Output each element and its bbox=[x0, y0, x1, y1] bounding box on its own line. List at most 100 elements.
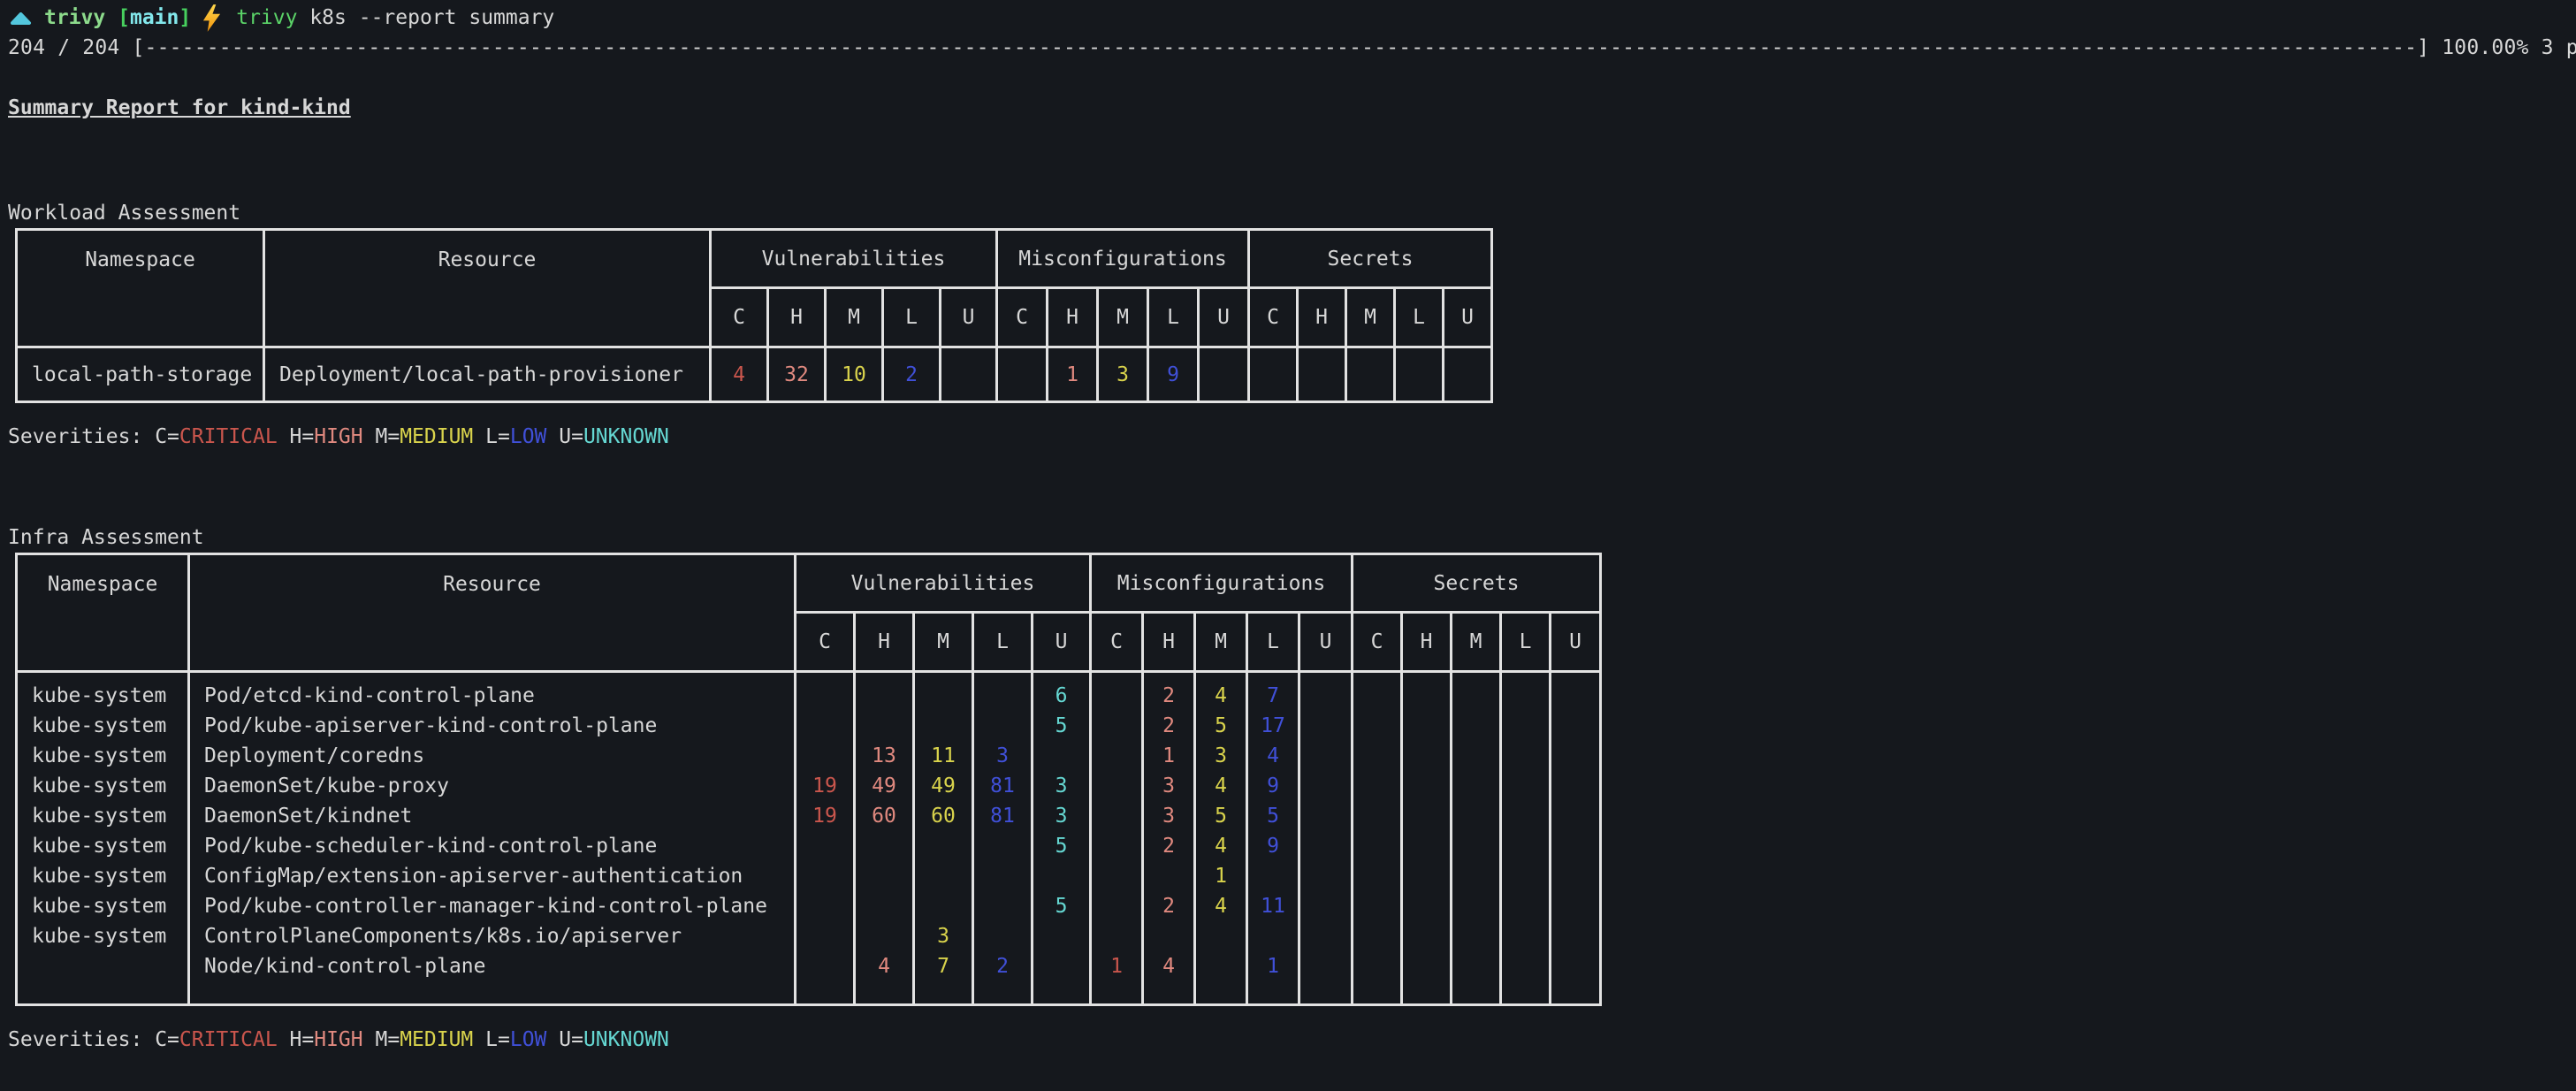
cell-namespace: kube-system bbox=[17, 741, 189, 771]
cell-vuln-c-count bbox=[796, 741, 855, 771]
severity-column-header-l: L bbox=[973, 613, 1033, 672]
severity-column-header-u: U bbox=[1444, 288, 1492, 347]
cell-misc-c-count bbox=[997, 347, 1048, 402]
branch-bracket-open: [ bbox=[118, 3, 130, 33]
cell-secrets-c-count bbox=[1353, 771, 1402, 801]
cell-resource: Pod/kube-controller-manager-kind-control… bbox=[189, 891, 796, 921]
cell-vuln-c-count: 19 bbox=[796, 801, 855, 831]
cell-vuln-u-count: 5 bbox=[1033, 711, 1091, 741]
cell-misc-m-count: 4 bbox=[1195, 831, 1247, 861]
cell-secrets-h-count bbox=[1402, 921, 1452, 951]
severity-column-header-l: L bbox=[1148, 288, 1199, 347]
cell-vuln-u-count bbox=[1033, 741, 1091, 771]
cell-misc-u-count bbox=[1199, 347, 1249, 402]
table-row: kube-systemConfigMap/extension-apiserver… bbox=[17, 861, 1601, 891]
cell-misc-u-count bbox=[1299, 711, 1353, 741]
cell-vuln-l-count bbox=[973, 711, 1033, 741]
cell-resource: DaemonSet/kube-proxy bbox=[189, 771, 796, 801]
cell-vuln-h-count bbox=[855, 891, 914, 921]
cell-vuln-m-count: 7 bbox=[914, 951, 973, 1005]
severity-legend: Severities: C=CRITICAL H=HIGH M=MEDIUM L… bbox=[8, 422, 2576, 452]
cell-vuln-u-count: 5 bbox=[1033, 891, 1091, 921]
resource-column-header: Resource bbox=[264, 230, 711, 347]
group-header-misconfigurations: Misconfigurations bbox=[1091, 554, 1353, 613]
cell-vuln-m-count bbox=[914, 891, 973, 921]
cell-vuln-u-count: 3 bbox=[1033, 771, 1091, 801]
table-row: kube-systemDaemonSet/kube-proxy194949813… bbox=[17, 771, 1601, 801]
cell-secrets-l-count bbox=[1501, 711, 1551, 741]
cell-secrets-c-count bbox=[1353, 861, 1402, 891]
cell-misc-h-count: 1 bbox=[1143, 741, 1195, 771]
severity-column-header-c: C bbox=[1249, 288, 1298, 347]
severity-column-header-u: U bbox=[1299, 613, 1353, 672]
table-row: kube-systemDeployment/coredns13113134 bbox=[17, 741, 1601, 771]
cell-secrets-u-count bbox=[1551, 672, 1601, 712]
cell-misc-c-count bbox=[1091, 711, 1143, 741]
cell-misc-h-count: 4 bbox=[1143, 951, 1195, 1005]
cell-vuln-c-count bbox=[796, 891, 855, 921]
cell-vuln-l-count: 2 bbox=[883, 347, 941, 402]
cell-secrets-l-count bbox=[1501, 861, 1551, 891]
cell-vuln-u-count: 3 bbox=[1033, 801, 1091, 831]
infra-assessment-table: NamespaceResourceVulnerabilitiesMisconfi… bbox=[15, 553, 1602, 1006]
cell-vuln-h-count bbox=[855, 672, 914, 712]
table-row: kube-systemPod/kube-scheduler-kind-contr… bbox=[17, 831, 1601, 861]
table-row: kube-systemDaemonSet/kindnet196060813355 bbox=[17, 801, 1601, 831]
cell-secrets-u-count bbox=[1551, 741, 1601, 771]
cell-resource: Node/kind-control-plane bbox=[189, 951, 796, 1005]
cell-vuln-c-count bbox=[796, 672, 855, 712]
severity-column-header-u: U bbox=[1199, 288, 1249, 347]
legend-key-u: U= bbox=[559, 1028, 583, 1051]
command-args: k8s --report summary bbox=[309, 3, 554, 33]
cell-resource: Pod/etcd-kind-control-plane bbox=[189, 672, 796, 712]
legend-key-m: M= bbox=[375, 1028, 400, 1051]
cell-secrets-u-count bbox=[1551, 801, 1601, 831]
cell-vuln-c-count bbox=[796, 711, 855, 741]
severity-column-header-h: H bbox=[855, 613, 914, 672]
severity-column-header-c: C bbox=[1091, 613, 1143, 672]
cell-misc-h-count: 2 bbox=[1143, 831, 1195, 861]
severity-column-header-u: U bbox=[941, 288, 997, 347]
severity-column-header-m: M bbox=[914, 613, 973, 672]
cell-misc-h-count: 1 bbox=[1048, 347, 1098, 402]
cell-vuln-u-count: 5 bbox=[1033, 831, 1091, 861]
cell-misc-h-count: 2 bbox=[1143, 711, 1195, 741]
cell-secrets-c-count bbox=[1353, 711, 1402, 741]
section-heading-infra: Infra Assessment bbox=[8, 523, 2576, 553]
legend-label-critical: CRITICAL bbox=[179, 1028, 278, 1051]
severity-column-header-u: U bbox=[1033, 613, 1091, 672]
cell-secrets-u-count bbox=[1551, 861, 1601, 891]
cell-vuln-l-count bbox=[973, 861, 1033, 891]
cell-misc-u-count bbox=[1299, 801, 1353, 831]
cell-misc-l-count: 5 bbox=[1247, 801, 1299, 831]
cell-misc-h-count: 3 bbox=[1143, 771, 1195, 801]
cell-misc-m-count: 4 bbox=[1195, 771, 1247, 801]
cell-misc-h-count: 2 bbox=[1143, 891, 1195, 921]
cell-misc-m-count bbox=[1195, 951, 1247, 1005]
cell-vuln-l-count bbox=[973, 921, 1033, 951]
cell-vuln-m-count: 10 bbox=[826, 347, 883, 402]
cell-namespace: kube-system bbox=[17, 771, 189, 801]
cell-misc-u-count bbox=[1299, 951, 1353, 1005]
severity-column-header-c: C bbox=[711, 288, 768, 347]
legend-key-h: H= bbox=[290, 425, 315, 448]
cell-vuln-l-count bbox=[973, 831, 1033, 861]
cell-vuln-u-count bbox=[1033, 921, 1091, 951]
cell-secrets-l-count bbox=[1501, 771, 1551, 801]
cell-secrets-m-count bbox=[1452, 672, 1501, 712]
cell-vuln-h-count: 32 bbox=[768, 347, 826, 402]
prompt-directory: trivy bbox=[44, 3, 105, 33]
cell-secrets-u-count bbox=[1551, 921, 1601, 951]
cell-misc-h-count: 3 bbox=[1143, 801, 1195, 831]
cell-misc-m-count: 5 bbox=[1195, 711, 1247, 741]
cell-vuln-c-count bbox=[796, 951, 855, 1005]
cell-secrets-u-count bbox=[1444, 347, 1492, 402]
cell-misc-l-count bbox=[1247, 861, 1299, 891]
cell-vuln-l-count: 81 bbox=[973, 801, 1033, 831]
cell-misc-l-count: 4 bbox=[1247, 741, 1299, 771]
severity-column-header-l: L bbox=[883, 288, 941, 347]
cell-misc-h-count bbox=[1143, 921, 1195, 951]
cell-resource: Deployment/coredns bbox=[189, 741, 796, 771]
cell-misc-h-count: 2 bbox=[1143, 672, 1195, 712]
lightning-icon bbox=[202, 4, 222, 32]
